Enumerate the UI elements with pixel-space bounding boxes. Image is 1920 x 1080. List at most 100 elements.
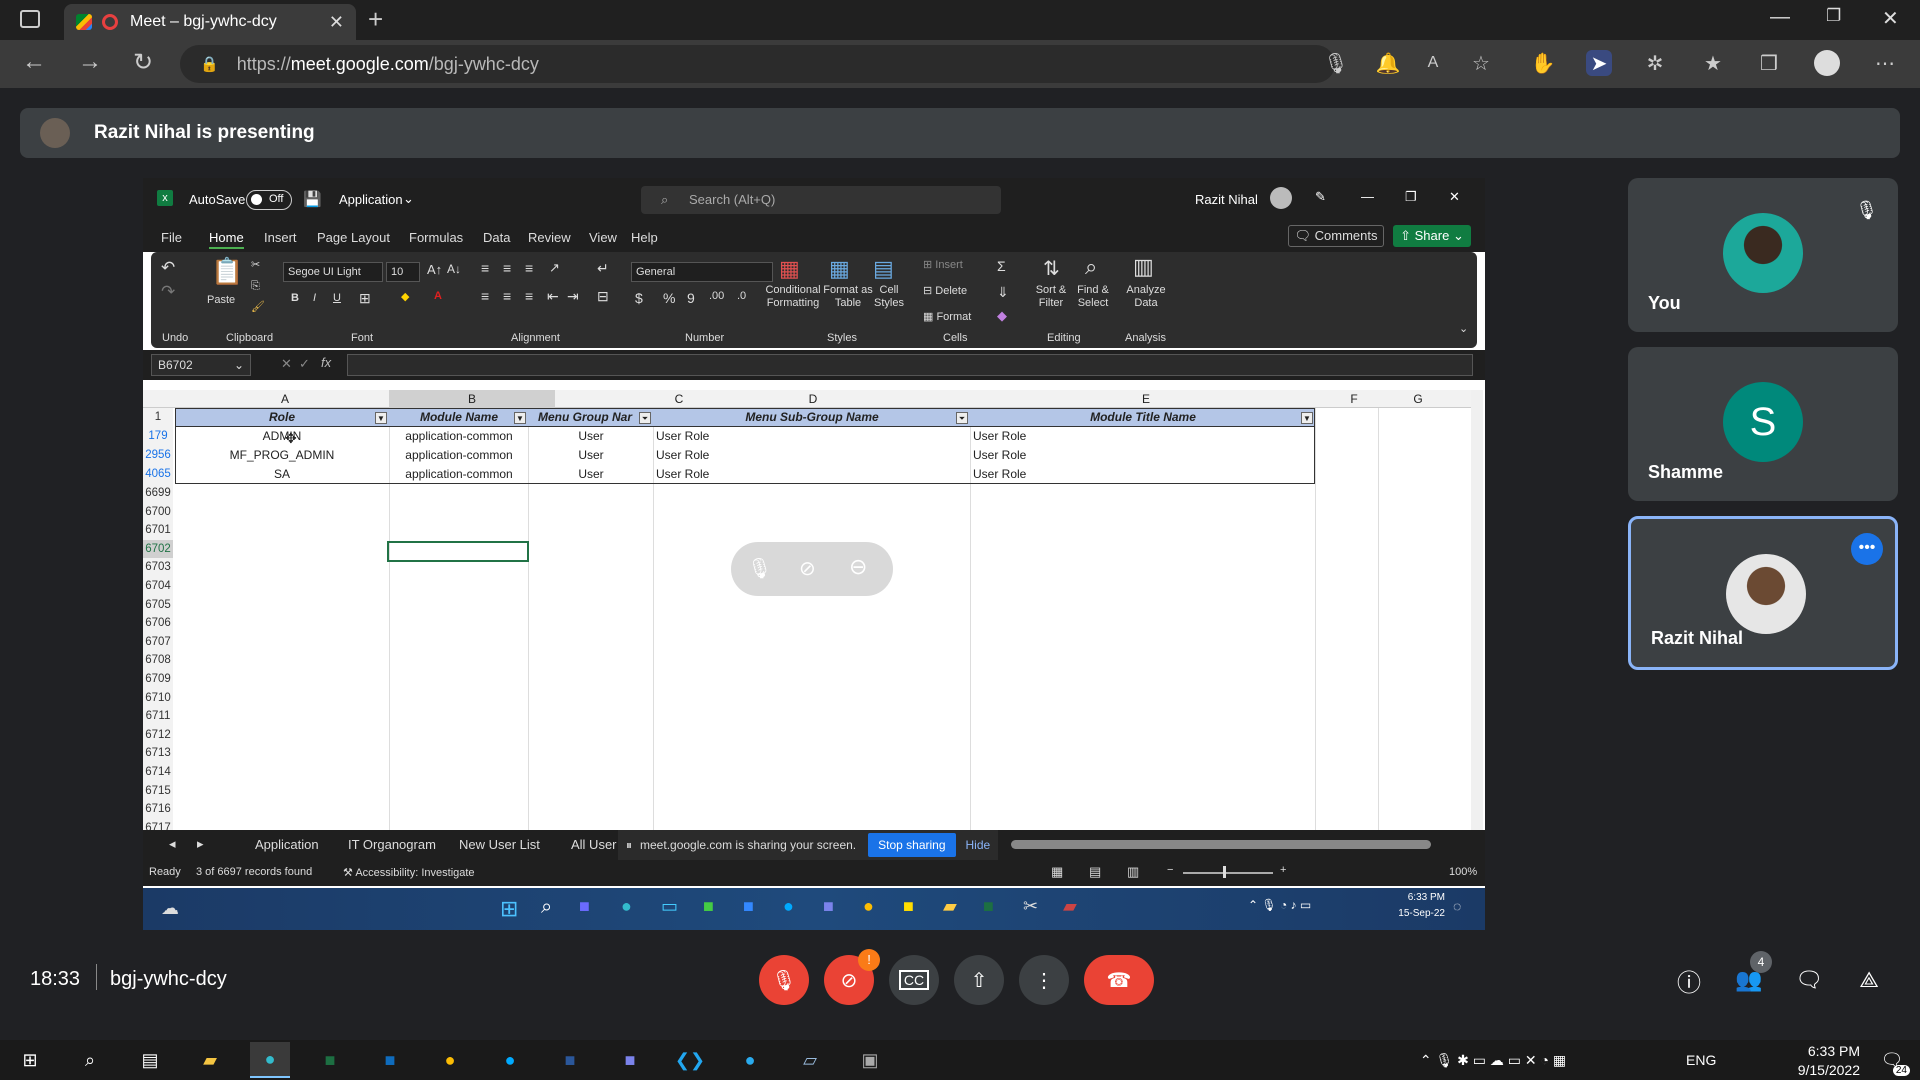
extension-red-icon[interactable]: ✋ <box>1530 50 1556 76</box>
header-menu-group[interactable]: Menu Group Nar <box>529 408 641 427</box>
excel-icon[interactable]: ■ <box>310 1042 350 1078</box>
user-avatar[interactable] <box>1270 187 1292 209</box>
zoom-level[interactable]: 100% <box>1449 866 1477 878</box>
delete-cells-button[interactable]: ⊟ Delete <box>923 284 967 297</box>
language-indicator[interactable]: ENG <box>1686 1052 1716 1068</box>
find-select-icon[interactable]: ⌕ <box>1085 254 1097 280</box>
cell-module-title[interactable]: User Role <box>973 427 1313 446</box>
file-explorer-icon[interactable]: ▰ <box>190 1042 230 1078</box>
extension-cursor-icon[interactable]: ➤ <box>1586 50 1612 76</box>
present-button[interactable]: ⇧ <box>954 955 1004 1005</box>
increase-decimal-icon[interactable]: .00 <box>709 290 724 302</box>
col-header-e[interactable]: E <box>1136 390 1156 409</box>
sort-filter-icon[interactable]: ⇅ <box>1043 256 1060 281</box>
notification-center-icon[interactable]: 🗨 24 <box>1872 1042 1912 1078</box>
sheet-tab-new-user-list[interactable]: New User List <box>459 837 540 852</box>
app-icon[interactable]: ▣ <box>850 1042 890 1078</box>
paste-label[interactable]: Paste <box>207 294 235 306</box>
tab-actions-icon[interactable] <box>20 10 40 28</box>
copy-icon[interactable]: ⎘ <box>251 280 260 293</box>
align-left-icon[interactable]: ≡ <box>481 288 489 304</box>
close-window-icon[interactable]: ✕ <box>1882 6 1899 31</box>
format-as-table-icon[interactable]: ▦ <box>829 256 850 282</box>
microphone-icon[interactable]: 🎙 <box>1323 50 1349 76</box>
decrease-indent-icon[interactable]: ⇤ <box>547 288 559 305</box>
skype-icon[interactable]: ● <box>490 1042 530 1078</box>
menu-formulas[interactable]: Formulas <box>409 230 463 245</box>
underline-icon[interactable]: U <box>333 292 341 304</box>
font-name-select[interactable]: Segoe UI Light <box>283 262 383 282</box>
align-bottom-icon[interactable]: ≡ <box>525 260 533 276</box>
chat-button[interactable]: 🗨 <box>1784 955 1834 1005</box>
orientation-icon[interactable]: ↗ <box>549 260 560 276</box>
autosave-toggle[interactable]: Off <box>246 190 292 210</box>
menu-view[interactable]: View <box>589 230 617 245</box>
cell-role[interactable]: ADMIN <box>175 427 389 446</box>
task-view-icon[interactable]: ▤ <box>130 1042 170 1078</box>
xl-restore-icon[interactable]: ❐ <box>1405 189 1417 205</box>
leave-call-button[interactable]: ☎ <box>1084 955 1154 1005</box>
cell-menu-subgroup[interactable]: User Role <box>656 446 968 465</box>
merge-center-icon[interactable]: ⊟ <box>597 288 609 305</box>
menu-help[interactable]: Help <box>631 230 658 245</box>
profile-avatar[interactable] <box>1814 50 1840 76</box>
search-icon[interactable]: ⌕ <box>70 1042 110 1078</box>
teams-icon[interactable]: ■ <box>610 1042 650 1078</box>
header-role[interactable]: Role <box>175 408 389 427</box>
col-header-c[interactable]: C <box>579 390 779 409</box>
shrink-font-icon[interactable]: A↓ <box>447 262 461 276</box>
zoom-slider[interactable] <box>1183 872 1273 874</box>
align-top-icon[interactable]: ≡ <box>481 260 489 276</box>
format-painter-icon[interactable]: 🖌 <box>251 300 265 313</box>
italic-icon[interactable]: I <box>313 292 316 304</box>
telegram-icon[interactable]: ● <box>730 1042 770 1078</box>
fill-icon[interactable]: ⇓ <box>997 284 1009 301</box>
col-header-d[interactable]: D <box>803 390 823 409</box>
header-module-title[interactable]: Module Title Name <box>971 408 1315 427</box>
zoom-slider-thumb[interactable] <box>1223 866 1226 878</box>
page-break-view-icon[interactable]: ▥ <box>1127 864 1139 880</box>
col-header-f[interactable]: F <box>1344 390 1364 409</box>
notification-blocked-icon[interactable]: 🔔 <box>1375 50 1401 76</box>
menu-data[interactable]: Data <box>483 230 510 245</box>
browser-tab[interactable]: Meet – bgj-ywhc-dcy ✕ <box>64 4 356 40</box>
insert-cells-button[interactable]: ⊞ Insert <box>923 258 963 271</box>
camera-toggle-button[interactable]: ⊘! <box>824 949 880 1005</box>
filter-dropdown-icon[interactable]: ▼ <box>375 412 387 424</box>
menu-file[interactable]: File <box>161 230 182 245</box>
conditional-formatting-label[interactable]: Conditional Formatting <box>759 284 827 310</box>
participant-tile-shamme[interactable]: S Shamme <box>1628 347 1898 501</box>
borders-icon[interactable]: ⊞ <box>359 290 371 307</box>
chrome-icon[interactable]: ● <box>430 1042 470 1078</box>
analyze-data-label[interactable]: Analyze Data <box>1121 284 1171 310</box>
filter-active-icon[interactable]: ⏷ <box>639 412 651 424</box>
cell-module-title[interactable]: User Role <box>973 446 1313 465</box>
cell-menu-group[interactable]: User <box>529 465 653 484</box>
add-favorite-icon[interactable]: ☆ <box>1468 50 1494 76</box>
undo-icon[interactable]: ↶ <box>161 258 175 278</box>
people-button[interactable]: 👥 4 <box>1724 951 1774 1005</box>
bold-icon[interactable]: B <box>291 292 299 304</box>
accessibility-status[interactable]: ⚒ Accessibility: Investigate <box>343 866 475 879</box>
vscode-icon[interactable]: ❮❯ <box>670 1042 710 1078</box>
increase-indent-icon[interactable]: ⇥ <box>567 288 579 305</box>
system-tray-icons[interactable]: ⌃ 🎙 ✱ ▭ ☁ ▭ ✕ ◔ ▦ <box>1358 1042 1628 1078</box>
fill-color-icon[interactable]: ◆ <box>401 290 409 303</box>
cell-module-name[interactable]: application-common <box>390 465 528 484</box>
cell-role[interactable]: SA <box>175 465 389 484</box>
participant-tile-razit[interactable]: ••• Razit Nihal <box>1628 516 1898 670</box>
col-header-g[interactable]: G <box>1408 390 1428 409</box>
comments-button[interactable]: 🗨 Comments <box>1288 225 1384 247</box>
minus-circle-icon[interactable]: ⊖ <box>849 554 867 580</box>
format-as-table-label[interactable]: Format as Table <box>823 284 873 310</box>
save-icon[interactable]: 💾 <box>303 190 322 208</box>
menu-page-layout[interactable]: Page Layout <box>317 230 390 245</box>
worksheet-grid[interactable]: A B C D E F G 1 Role Module Name Menu Gr… <box>143 390 1483 838</box>
outlook-icon[interactable]: ■ <box>370 1042 410 1078</box>
collections-icon[interactable]: ❒ <box>1756 50 1782 76</box>
conditional-formatting-icon[interactable]: ▦ <box>779 256 800 282</box>
mic-toggle-button[interactable]: 🎙 <box>759 955 809 1005</box>
clock-time[interactable]: 6:33 PM <box>1770 1043 1860 1059</box>
cell-styles-icon[interactable]: ▤ <box>873 256 894 282</box>
word-icon[interactable]: ■ <box>550 1042 590 1078</box>
